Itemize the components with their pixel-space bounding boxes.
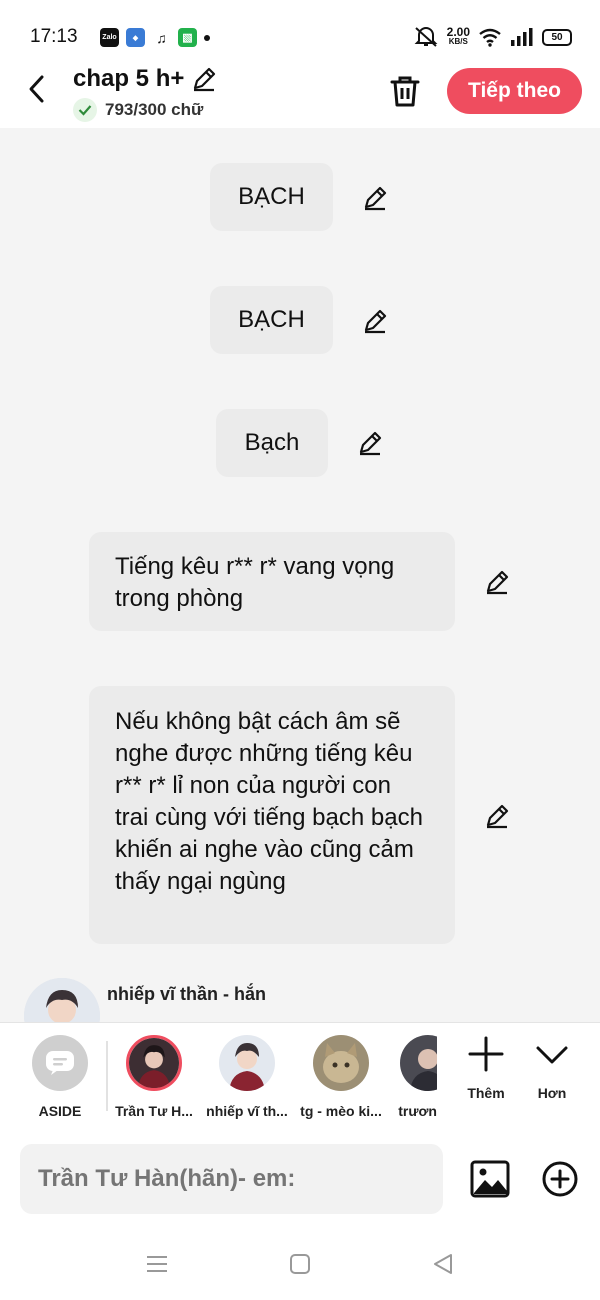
more-label: Hơn bbox=[537, 1085, 567, 1101]
home-square-icon bbox=[290, 1254, 310, 1274]
next-button[interactable]: Tiếp theo bbox=[447, 68, 582, 114]
message-bubble[interactable]: BẠCH bbox=[210, 163, 333, 231]
more-button[interactable]: Hơn bbox=[522, 1035, 582, 1101]
message-bubble[interactable]: Nếu không bật cách âm sẽ nghe được những… bbox=[89, 686, 455, 944]
system-nav-bar bbox=[0, 1227, 600, 1300]
network-speed: 2.00 KB/S bbox=[446, 25, 470, 47]
message-bubble[interactable]: BẠCH bbox=[210, 286, 333, 354]
pencil-icon[interactable] bbox=[190, 65, 218, 93]
green-app-icon: ▧ bbox=[178, 28, 197, 47]
net-speed-value: 2.00 bbox=[446, 25, 470, 39]
delete-button[interactable] bbox=[386, 72, 424, 110]
edit-message-button[interactable] bbox=[355, 428, 385, 458]
character-label: trươn bbox=[398, 1103, 437, 1119]
chevron-down-icon bbox=[536, 1046, 568, 1064]
character-aside[interactable]: ASIDE bbox=[15, 1035, 105, 1119]
edit-message-button[interactable] bbox=[360, 306, 390, 336]
message-bubble[interactable]: Tiếng kêu r** r* vang vọng trong phòng bbox=[89, 532, 455, 631]
zalo-icon: Zalo bbox=[100, 28, 119, 47]
trash-icon bbox=[390, 76, 420, 107]
blue-app-icon: ◆ bbox=[126, 28, 145, 47]
character-label: ASIDE bbox=[38, 1103, 82, 1119]
add-character-button[interactable]: Thêm bbox=[456, 1035, 516, 1101]
add-content-button[interactable] bbox=[540, 1159, 580, 1199]
status-time: 17:13 bbox=[30, 26, 78, 47]
system-back-button[interactable] bbox=[428, 1249, 458, 1279]
plus-circle-icon bbox=[542, 1161, 578, 1197]
title-row[interactable]: chap 5 h+ bbox=[73, 65, 218, 93]
chevron-left-icon bbox=[29, 75, 44, 103]
edit-message-button[interactable] bbox=[360, 183, 390, 213]
message-bubble[interactable]: Bạch bbox=[216, 409, 328, 477]
word-count-row: 793/300 chữ bbox=[73, 98, 203, 122]
pencil-icon bbox=[486, 570, 509, 595]
pencil-icon bbox=[364, 309, 387, 334]
character-item[interactable]: tg - mèo ki... bbox=[296, 1035, 386, 1119]
character-avatar bbox=[400, 1035, 437, 1091]
net-speed-unit: KB/S bbox=[448, 37, 468, 46]
pencil-icon bbox=[364, 186, 387, 211]
input-area bbox=[0, 1132, 600, 1227]
character-avatar bbox=[126, 1035, 182, 1091]
plus-icon bbox=[468, 1036, 504, 1072]
edit-message-button[interactable] bbox=[482, 801, 512, 831]
wifi-icon bbox=[479, 28, 501, 47]
pencil-icon bbox=[359, 431, 382, 456]
character-item[interactable]: nhiếp vĩ th... bbox=[202, 1035, 292, 1119]
status-indicators: 2.00 KB/S 50 bbox=[413, 26, 572, 48]
character-label: Trần Tư H... bbox=[115, 1103, 193, 1119]
image-button[interactable] bbox=[470, 1159, 510, 1199]
divider bbox=[106, 1041, 108, 1111]
status-bar: 17:13 Zalo ◆ ♫ ▧ 2.00 KB/S 50 bbox=[0, 0, 600, 60]
word-count: 793/300 chữ bbox=[105, 100, 204, 119]
aside-icon bbox=[32, 1035, 88, 1091]
character-selector: ASIDE Trần Tư H... nhiếp vĩ th... tg - m… bbox=[0, 1022, 600, 1132]
character-label: tg - mèo ki... bbox=[300, 1103, 382, 1119]
image-icon bbox=[470, 1160, 510, 1198]
message-input[interactable] bbox=[20, 1144, 443, 1214]
editor-header: chap 5 h+ 793/300 chữ Tiếp theo bbox=[0, 60, 600, 128]
signal-icon bbox=[511, 28, 533, 46]
character-item[interactable]: trươn bbox=[385, 1035, 437, 1119]
notification-icons: Zalo ◆ ♫ ▧ bbox=[100, 28, 210, 47]
chapter-title: chap 5 h+ bbox=[73, 65, 185, 92]
add-label: Thêm bbox=[467, 1085, 505, 1101]
recent-apps-button[interactable] bbox=[142, 1249, 172, 1279]
character-avatar bbox=[313, 1035, 369, 1091]
menu-icon bbox=[147, 1256, 167, 1272]
more-notifications-dot bbox=[204, 34, 210, 41]
character-item[interactable]: Trần Tư H... bbox=[109, 1035, 199, 1119]
battery-icon: 50 bbox=[542, 28, 572, 46]
character-avatar bbox=[219, 1035, 275, 1091]
tiktok-icon: ♫ bbox=[152, 28, 171, 47]
edit-message-button[interactable] bbox=[482, 567, 512, 597]
pencil-icon bbox=[486, 804, 509, 829]
check-icon bbox=[73, 98, 97, 122]
character-label: nhiếp vĩ th... bbox=[206, 1103, 288, 1119]
home-button[interactable] bbox=[285, 1249, 315, 1279]
triangle-back-icon bbox=[434, 1254, 452, 1274]
back-button[interactable] bbox=[20, 72, 54, 106]
character-name: nhiếp vĩ thần - hắn bbox=[107, 984, 267, 1004]
mute-icon bbox=[414, 27, 438, 47]
